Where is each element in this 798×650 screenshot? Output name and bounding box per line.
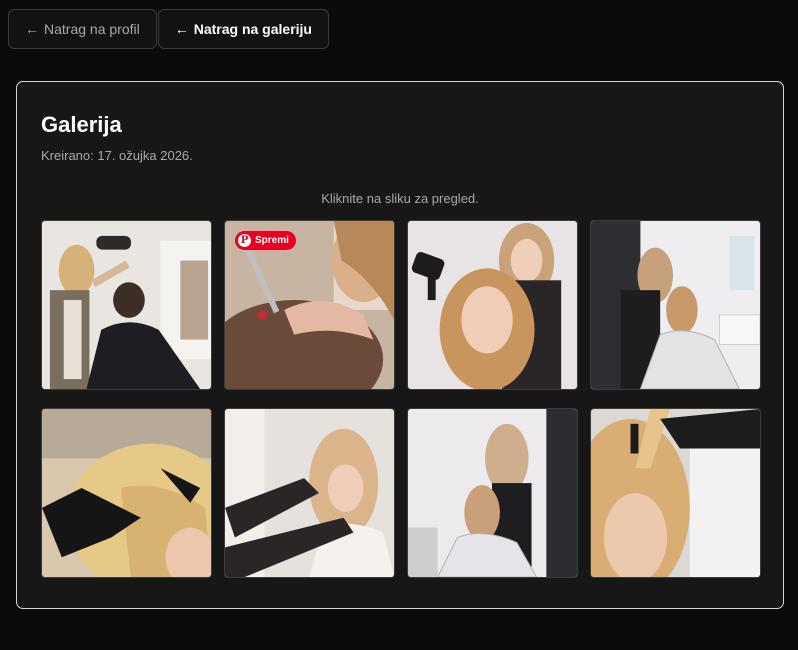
- arrow-left-icon: ←: [25, 21, 39, 37]
- gallery-hint: Kliknite na sliku za pregled.: [321, 191, 479, 206]
- back-to-gallery-label: Natrag na galeriju: [193, 21, 312, 37]
- back-to-profile-button[interactable]: ← Natrag na profil: [8, 9, 157, 49]
- photo-thumbnail[interactable]: [590, 408, 761, 578]
- top-navigation: ← Natrag na profil ← Natrag na galeriju: [8, 9, 329, 49]
- photo-thumbnail[interactable]: [224, 408, 395, 578]
- photo-hair-sectioning-closeup: [591, 409, 760, 577]
- photo-thumbnail[interactable]: [41, 220, 212, 390]
- photo-stylist-client-mirror-wide: [408, 409, 577, 577]
- gallery-title: Galerija: [41, 112, 122, 137]
- back-to-gallery-button[interactable]: ← Natrag na galeriju: [157, 9, 329, 49]
- pinterest-save-button[interactable]: P Spremi: [235, 231, 296, 250]
- pinterest-icon: P: [238, 234, 251, 247]
- photo-grid: P Spremi: [41, 220, 761, 578]
- photo-thumbnail[interactable]: [407, 220, 578, 390]
- photo-thumbnail[interactable]: P Spremi: [224, 220, 395, 390]
- photo-thumbnail[interactable]: [590, 220, 761, 390]
- photo-thumbnail[interactable]: [407, 408, 578, 578]
- photo-thumbnail[interactable]: [41, 408, 212, 578]
- arrow-left-icon: ←: [174, 21, 189, 37]
- photo-stylist-with-client-salon: [591, 221, 760, 389]
- pinterest-save-label: Spremi: [255, 235, 289, 246]
- created-date: Kreirano: 17. ožujka 2026.: [41, 148, 193, 163]
- photo-stylist-arm-client-mirror: [225, 409, 394, 577]
- photo-stylist-blow-drying-man: [42, 221, 211, 389]
- gallery-card: Galerija Kreirano: 17. ožujka 2026. Klik…: [16, 81, 784, 609]
- photo-blonde-client-hair-dryer: [408, 221, 577, 389]
- back-to-profile-label: Natrag na profil: [44, 21, 140, 37]
- photo-gloved-hands-blonde-hair: [42, 409, 211, 577]
